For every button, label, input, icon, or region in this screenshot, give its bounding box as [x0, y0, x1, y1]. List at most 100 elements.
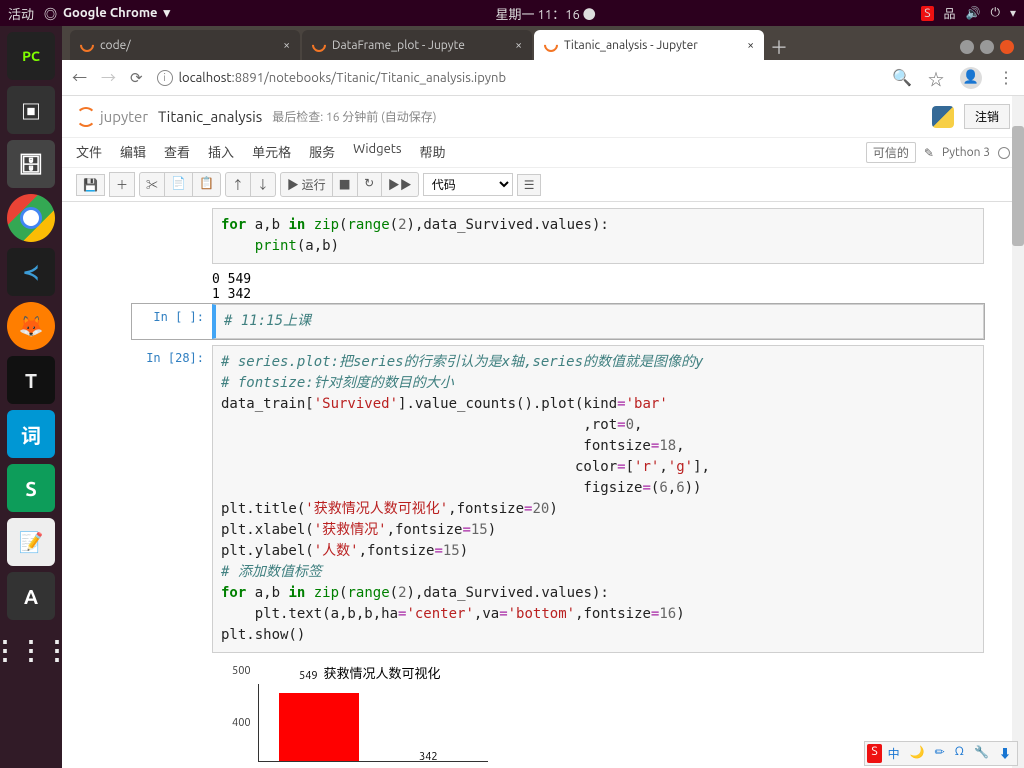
insert-cell-button[interactable]: ＋ — [109, 172, 135, 197]
tab-label: code/ — [100, 39, 131, 52]
close-icon[interactable]: × — [283, 39, 290, 52]
ime-moon-icon[interactable]: 🌙 — [906, 744, 929, 763]
new-tab-button[interactable]: ＋ — [766, 34, 792, 60]
chrome-tabstrip: code/ × DataFrame_plot - Jupyte× Titanic_… — [62, 26, 1024, 60]
power-icon[interactable]: ⏻ — [990, 6, 1000, 20]
launcher-terminal[interactable]: ▣ — [7, 86, 55, 134]
profile-button[interactable]: 👤 — [960, 67, 982, 89]
system-tray[interactable]: S 品 🔊 ⏻ ▾ — [921, 5, 1016, 22]
ime-lang[interactable]: 中 — [884, 744, 904, 763]
window-close[interactable] — [1000, 40, 1014, 54]
code-input[interactable]: for a,b in zip(range(2),data_Survived.va… — [212, 208, 984, 264]
code-input[interactable]: # series.plot:把series的行索引认为是x轴,series的数值… — [212, 345, 984, 653]
launcher-wps[interactable]: S — [7, 464, 55, 512]
chevron-down-icon: ▾ — [164, 6, 171, 21]
notebook-body[interactable]: for a,b in zip(range(2),data_Survived.va… — [62, 202, 1024, 768]
notebook-title[interactable]: Titanic_analysis — [158, 108, 262, 125]
code-input[interactable]: # 11:15上课 — [212, 304, 984, 339]
tab-titanic-analysis[interactable]: Titanic_analysis - Jupyter× — [534, 30, 764, 60]
copy-button[interactable]: 📄 — [165, 172, 193, 197]
search-icon[interactable]: 🔍 — [892, 68, 912, 87]
code-cell[interactable]: for a,b in zip(range(2),data_Survived.va… — [132, 208, 984, 264]
chart-bar-0 — [279, 693, 359, 761]
notebook-menu: 文件 编辑 查看 插入 单元格 服务 Widgets 帮助 可信的 ✎ Pyth… — [62, 138, 1024, 168]
restart-button[interactable]: ↻ — [358, 172, 382, 197]
reload-button[interactable]: ⟳ — [130, 69, 143, 87]
menu-file[interactable]: 文件 — [76, 142, 102, 163]
code-cell-28[interactable]: In [28]: # series.plot:把series的行索引认为是x轴,… — [132, 345, 984, 653]
menu-cell[interactable]: 单元格 — [252, 142, 291, 163]
save-button[interactable]: 💾 — [76, 174, 105, 196]
scroll-thumb[interactable] — [1012, 126, 1024, 246]
cell-output-text: 0 549 1 342 — [212, 270, 984, 304]
launcher-dictionary[interactable]: 词 — [7, 410, 55, 458]
active-app-title: Google Chrome — [63, 6, 158, 20]
run-button[interactable]: ▶ 运行 — [280, 172, 333, 197]
launcher-update[interactable]: A — [7, 572, 55, 620]
close-icon[interactable]: × — [747, 39, 754, 52]
run-all-button[interactable]: ▶▶ — [382, 172, 419, 197]
chrome-menu-icon[interactable]: ⋮ — [998, 68, 1014, 87]
menu-widgets[interactable]: Widgets — [353, 142, 401, 163]
system-clock[interactable]: 星期一 11：16 ● — [495, 4, 595, 23]
menu-view[interactable]: 查看 — [164, 142, 190, 163]
move-down-button[interactable]: ↓ — [251, 172, 276, 197]
menu-edit[interactable]: 编辑 — [120, 142, 146, 163]
menu-kernel[interactable]: 服务 — [309, 142, 335, 163]
bookmark-icon[interactable]: ☆ — [928, 66, 944, 90]
launcher-notes[interactable]: 📝 — [7, 518, 55, 566]
address-field[interactable]: i localhost:8891/notebooks/Titanic/Titan… — [157, 70, 878, 86]
launcher-vscode[interactable]: ≺ — [7, 248, 55, 296]
tab-code[interactable]: code/ × — [70, 30, 300, 60]
notebook-toolbar: 💾 ＋ ✂ 📄 📋 ↑ ↓ ▶ 运行 ■ ↻ ▶▶ 代码 ☰ — [62, 168, 1024, 202]
vertical-scrollbar[interactable] — [1012, 96, 1024, 768]
menu-help[interactable]: 帮助 — [420, 142, 446, 163]
code-cell-selected[interactable]: In [ ]: # 11:15上课 — [132, 304, 984, 339]
cell-prompt: In [ ]: — [132, 304, 212, 339]
python-icon — [932, 106, 954, 128]
activities-button[interactable]: 活动 — [8, 4, 34, 23]
command-palette-button[interactable]: ☰ — [517, 174, 542, 196]
close-icon[interactable]: × — [515, 39, 522, 52]
paste-button[interactable]: 📋 — [193, 172, 221, 197]
ime-toolbar[interactable]: S 中 🌙 ✏ Ω 🔧 ⬇ — [864, 741, 1018, 766]
forward-button[interactable]: → — [101, 67, 116, 88]
move-up-button[interactable]: ↑ — [225, 172, 251, 197]
volume-icon[interactable]: 🔊 — [966, 6, 981, 20]
chart-title: 获救情况人数可视化 — [212, 663, 552, 682]
launcher-show-apps[interactable]: ⋮⋮⋮ — [7, 626, 55, 674]
tab-dataframe-plot[interactable]: DataFrame_plot - Jupyte× — [302, 30, 532, 60]
launcher-chrome[interactable] — [7, 194, 55, 242]
launcher-firefox[interactable]: 🦊 — [7, 302, 55, 350]
launcher-text-editor[interactable]: T — [7, 356, 55, 404]
launcher-dock: PC ▣ 🗄 ≺ 🦊 T 词 S 📝 A ⋮⋮⋮ — [0, 26, 62, 768]
logout-button[interactable]: 注销 — [964, 104, 1010, 129]
trusted-indicator[interactable]: 可信的 — [866, 142, 916, 163]
window-minimize[interactable] — [960, 40, 974, 54]
network-icon[interactable]: 品 — [944, 5, 956, 22]
system-topbar: 活动 ◎ Google Chrome ▾ 星期一 11：16 ● S 品 🔊 ⏻… — [0, 0, 1024, 26]
y-tick: 500 — [232, 665, 251, 677]
site-info-icon[interactable]: i — [157, 70, 173, 86]
cut-button[interactable]: ✂ — [139, 172, 165, 197]
edit-mode-icon[interactable]: ✎ — [924, 146, 934, 160]
ime-wrench-icon[interactable]: 🔧 — [970, 744, 993, 763]
ime-pencil-icon[interactable]: ✏ — [931, 744, 949, 763]
back-button[interactable]: ← — [72, 67, 87, 88]
menu-insert[interactable]: 插入 — [208, 142, 234, 163]
jupyter-logo[interactable]: jupyter — [76, 107, 148, 127]
chart-bar-1-label: 342 — [419, 751, 438, 763]
active-app-indicator[interactable]: ◎ Google Chrome ▾ — [44, 4, 170, 23]
window-maximize[interactable] — [980, 40, 994, 54]
cell-type-select[interactable]: 代码 — [423, 173, 513, 196]
ime-omega-icon[interactable]: Ω — [951, 744, 968, 763]
launcher-files[interactable]: 🗄 — [7, 140, 55, 188]
ime-down-icon[interactable]: ⬇ — [995, 744, 1015, 763]
input-method-icon[interactable]: S — [921, 6, 933, 21]
interrupt-button[interactable]: ■ — [333, 172, 358, 197]
kernel-name[interactable]: Python 3 — [942, 146, 990, 159]
launcher-pycharm[interactable]: PC — [7, 32, 55, 80]
chevron-down-icon[interactable]: ▾ — [1010, 6, 1016, 20]
cell-prompt: In [28]: — [132, 345, 212, 653]
ime-logo[interactable]: S — [867, 744, 881, 763]
